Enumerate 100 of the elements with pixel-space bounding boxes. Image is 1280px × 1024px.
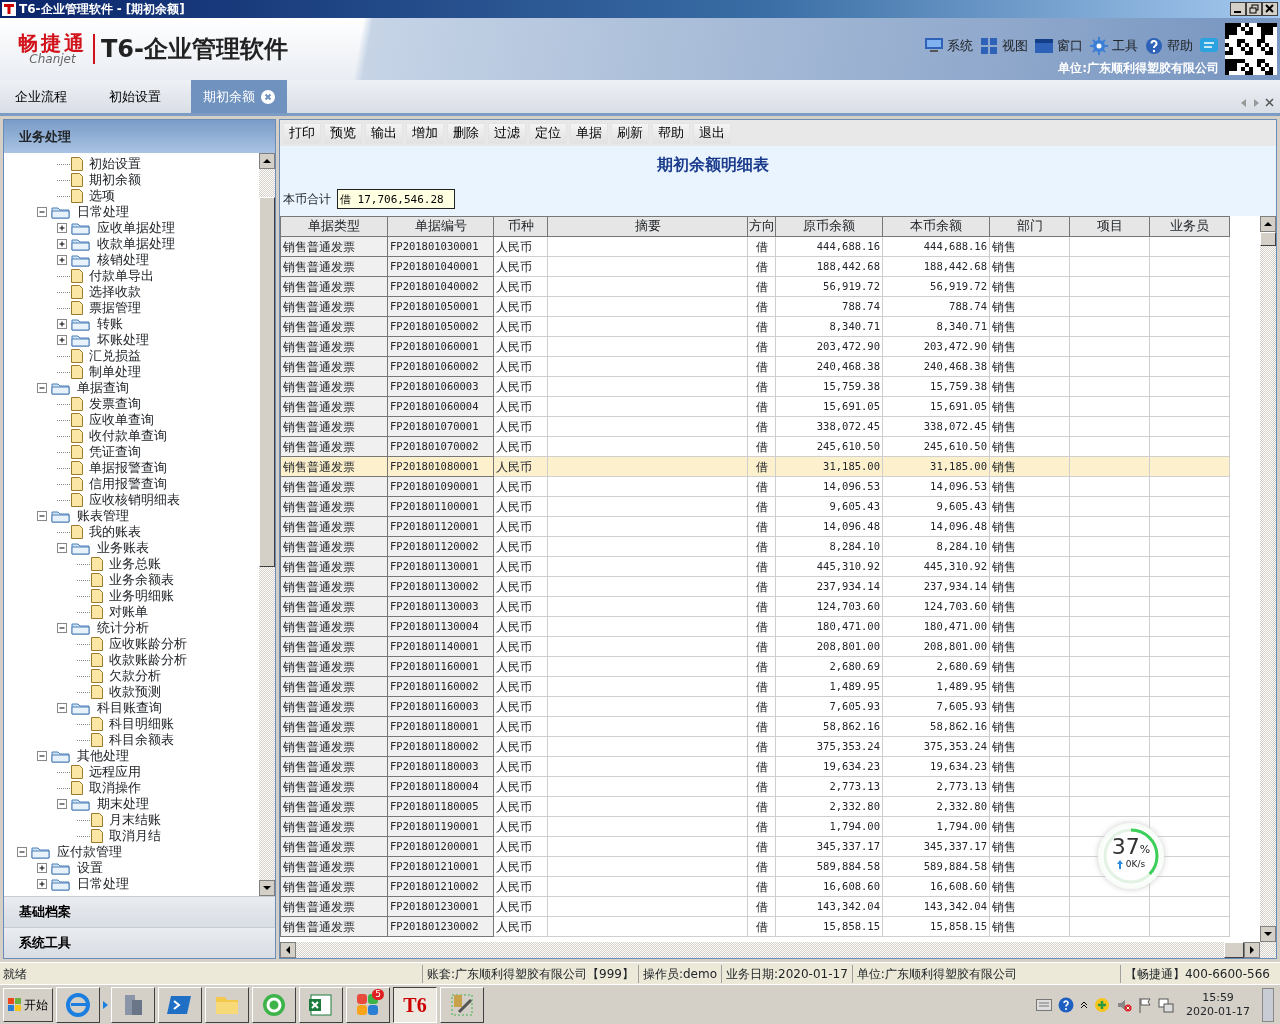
expand-icon[interactable] (57, 238, 68, 250)
taskbar-app[interactable] (205, 986, 249, 1023)
panel-section[interactable]: 基础档案 (4, 896, 275, 927)
tab[interactable]: 企业流程 (3, 80, 79, 113)
expand-icon[interactable] (37, 878, 48, 890)
expand-icon[interactable] (57, 222, 68, 234)
collapse-icon[interactable] (57, 622, 68, 634)
tree-item[interactable]: 单据查询 (4, 380, 259, 396)
taskbar-app[interactable] (252, 986, 296, 1023)
expand-icon[interactable] (57, 254, 68, 266)
table-row[interactable]: 销售普通发票 FP201801060001 人民币 借 203,472.90 203,472.90 销售 (280, 336, 1230, 357)
collapse-icon[interactable] (57, 798, 68, 810)
table-row[interactable]: 销售普通发票 FP201801190001 人民币 借 1,794.00 1,794.00 销售 (280, 816, 1230, 837)
column-header[interactable]: 原币余额 (775, 216, 883, 237)
tree-item[interactable]: 应收账龄分析 (4, 636, 259, 652)
menu-item[interactable]: 系统 (924, 36, 973, 56)
tree-item[interactable]: 对账单 (4, 604, 259, 620)
column-header[interactable]: 摘要 (547, 216, 748, 237)
tree-item[interactable]: 期初余额 (4, 172, 259, 188)
table-row[interactable]: 销售普通发票 FP201801060003 人民币 借 15,759.38 15,759.38 销售 (280, 376, 1230, 397)
tree-item[interactable]: 核销处理 (4, 252, 259, 268)
tree-item[interactable]: 坏账处理 (4, 332, 259, 348)
toolbar-button[interactable]: 删除 (447, 122, 485, 144)
keyboard-icon[interactable] (1036, 998, 1053, 1011)
taskbar-app[interactable] (299, 986, 343, 1023)
minimize-icon[interactable] (1230, 2, 1246, 16)
tree-item[interactable]: 收款单据处理 (4, 236, 259, 252)
tree-item[interactable]: 应付款管理 (4, 844, 259, 860)
menu-item[interactable]: 视图 (979, 36, 1028, 56)
table-row[interactable]: 销售普通发票 FP201801130001 人民币 借 445,310.92 445,310.92 销售 (280, 556, 1230, 577)
table-row[interactable]: 销售普通发票 FP201801070001 人民币 借 338,072.45 338,072.45 销售 (280, 416, 1230, 437)
tree-item[interactable]: 初始设置 (4, 156, 259, 172)
flag-icon[interactable] (1138, 996, 1153, 1013)
tree-item[interactable]: 取消操作 (4, 780, 259, 796)
collapse-icon[interactable] (57, 702, 68, 714)
table-row[interactable]: 销售普通发票 FP201801180001 人民币 借 58,862.16 58,862.16 销售 (280, 716, 1230, 737)
table-row[interactable]: 销售普通发票 FP201801160002 人民币 借 1,489.95 1,489.95 销售 (280, 676, 1230, 697)
table-row[interactable]: 销售普通发票 FP201801180003 人民币 借 19,634.23 19,634.23 销售 (280, 756, 1230, 777)
toolbar-button[interactable]: 单据 (570, 122, 608, 144)
tree-item[interactable]: 业务总账 (4, 556, 259, 572)
table-row[interactable]: 销售普通发票 FP201801130003 人民币 借 124,703.60 124,703.60 销售 (280, 596, 1230, 617)
scroll-up-icon[interactable] (1260, 216, 1276, 232)
tree-item[interactable]: 业务账表 (4, 540, 259, 556)
tree-item[interactable]: 设置 (4, 860, 259, 876)
scrollbar-thumb[interactable] (259, 197, 275, 567)
tree-item[interactable]: 账表管理 (4, 508, 259, 524)
tree-item[interactable]: 业务明细账 (4, 588, 259, 604)
taskbar-app[interactable]: 5 (346, 986, 390, 1023)
table-row[interactable]: 销售普通发票 FP201801230001 人民币 借 143,342.04 143,342.04 销售 (280, 896, 1230, 917)
toolbar-button[interactable]: 过滤 (488, 122, 526, 144)
tree-item[interactable]: 月末结账 (4, 812, 259, 828)
tree-item[interactable]: 科目账查询 (4, 700, 259, 716)
taskbar-app[interactable] (56, 986, 100, 1023)
expand-icon[interactable] (57, 334, 68, 346)
tree-item[interactable]: 信用报警查询 (4, 476, 259, 492)
taskbar-app[interactable]: T6 (393, 986, 437, 1023)
start-button[interactable]: 开始 (3, 987, 53, 1022)
scroll-down-icon[interactable] (1260, 926, 1276, 942)
restore-icon[interactable] (1246, 2, 1262, 16)
tree-item[interactable]: 票据管理 (4, 300, 259, 316)
scroll-up-icon[interactable] (259, 153, 275, 169)
tree-item[interactable]: 收款预测 (4, 684, 259, 700)
tree-item[interactable]: 远程应用 (4, 764, 259, 780)
table-row[interactable]: 销售普通发票 FP201801060002 人民币 借 240,468.38 240,468.38 销售 (280, 356, 1230, 377)
column-header[interactable]: 单据类型 (280, 216, 388, 237)
table-row[interactable]: 销售普通发票 FP201801040001 人民币 借 188,442.68 188,442.68 销售 (280, 256, 1230, 277)
tree-item[interactable]: 业务余额表 (4, 572, 259, 588)
toolbar-button[interactable]: 帮助 (652, 122, 690, 144)
table-row[interactable]: 销售普通发票 FP201801180005 人民币 借 2,332.80 2,332.80 销售 (280, 796, 1230, 817)
menu-item[interactable]: 窗口 (1034, 36, 1083, 56)
column-header[interactable]: 项目 (1069, 216, 1150, 237)
expand-icon[interactable] (57, 318, 68, 330)
column-header[interactable]: 业务员 (1149, 216, 1230, 237)
tree-item[interactable]: 发票查询 (4, 396, 259, 412)
tree-item[interactable]: 欠款分析 (4, 668, 259, 684)
tree-item[interactable]: 日常处理 (4, 876, 259, 892)
menu-item[interactable]: 帮助 (1144, 36, 1193, 56)
table-row[interactable]: 销售普通发票 FP201801100001 人民币 借 9,605.43 9,605.43 销售 (280, 496, 1230, 517)
tree-item[interactable]: 取消月结 (4, 828, 259, 844)
scrollbar-thumb[interactable] (1224, 942, 1244, 958)
help-icon[interactable] (1058, 996, 1075, 1013)
close-icon[interactable] (1265, 98, 1274, 107)
column-header[interactable]: 方向 (747, 216, 776, 237)
tree-item[interactable]: 选项 (4, 188, 259, 204)
scroll-right-icon[interactable] (1244, 942, 1260, 958)
collapse-icon[interactable] (37, 382, 48, 394)
tree-item[interactable]: 单据报警查询 (4, 460, 259, 476)
taskbar-app[interactable] (111, 986, 155, 1023)
tree-item[interactable]: 日常处理 (4, 204, 259, 220)
scrollbar-thumb[interactable] (1260, 232, 1276, 246)
tree-item[interactable]: 应收单据处理 (4, 220, 259, 236)
toolbar-button[interactable]: 增加 (406, 122, 444, 144)
panel-section[interactable]: 系统工具 (4, 927, 275, 958)
tree-item[interactable]: 汇兑损益 (4, 348, 259, 364)
menu-item[interactable]: 工具 (1089, 36, 1138, 56)
collapse-icon[interactable] (37, 750, 48, 762)
table-row[interactable]: 销售普通发票 FP201801140001 人民币 借 208,801.00 208,801.00 销售 (280, 636, 1230, 657)
toolbar-button[interactable]: 输出 (365, 122, 403, 144)
scroll-down-icon[interactable] (259, 880, 275, 896)
table-row[interactable]: 销售普通发票 FP201801130002 人民币 借 237,934.14 237,934.14 销售 (280, 576, 1230, 597)
